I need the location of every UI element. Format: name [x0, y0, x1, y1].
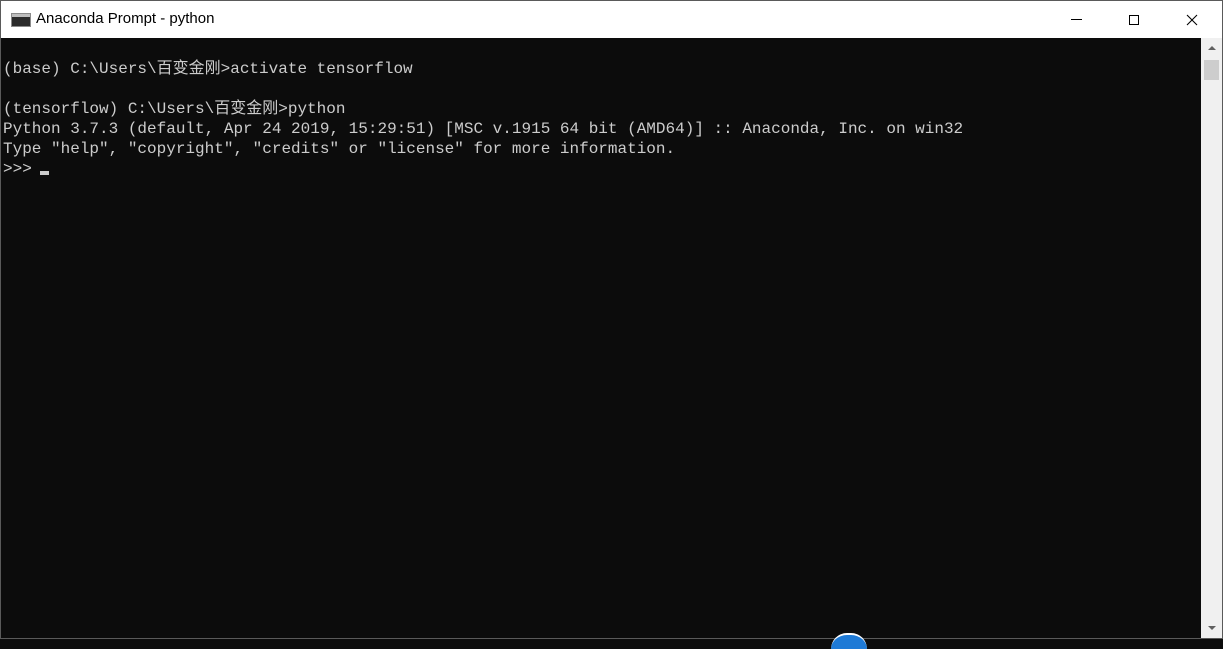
close-icon — [1186, 14, 1198, 25]
console-line: Type "help", "copyright", "credits" or "… — [3, 140, 676, 158]
scroll-thumb[interactable] — [1204, 60, 1219, 80]
maximize-button[interactable] — [1111, 1, 1157, 38]
text-cursor — [39, 171, 49, 175]
arrow-down-icon — [1207, 626, 1216, 630]
console-line: Python 3.7.3 (default, Apr 24 2019, 15:2… — [3, 120, 964, 138]
vertical-scrollbar[interactable] — [1201, 38, 1222, 638]
console-icon — [11, 13, 31, 27]
title-bar[interactable]: Anaconda Prompt - python — [1, 1, 1222, 38]
console-line: (tensorflow) C:\Users\百变金刚>python — [3, 100, 346, 118]
window-title: Anaconda Prompt - python — [36, 10, 215, 27]
scroll-down-button[interactable] — [1201, 618, 1222, 638]
minimize-icon — [1070, 19, 1082, 20]
console-line: (base) C:\Users\百变金刚>activate tensorflow — [3, 60, 413, 78]
minimize-button[interactable] — [1053, 1, 1099, 38]
close-button[interactable] — [1169, 1, 1215, 38]
python-prompt: >>> — [3, 160, 32, 178]
terminal-window: Anaconda Prompt - python (base) C:\Users… — [0, 0, 1223, 649]
console-output[interactable]: (base) C:\Users\百变金刚>activate tensorflow… — [1, 38, 1201, 638]
maximize-icon — [1129, 14, 1139, 25]
scroll-up-button[interactable] — [1201, 38, 1222, 58]
prompt-line[interactable]: >>> — [3, 159, 49, 179]
arrow-up-icon — [1207, 46, 1216, 50]
